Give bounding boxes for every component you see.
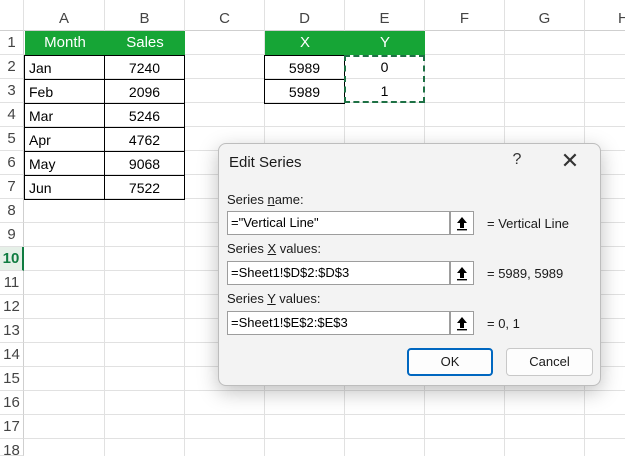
table-cell[interactable]: Apr bbox=[24, 127, 105, 152]
row-header-13[interactable]: 13 bbox=[0, 319, 24, 343]
column-header-e[interactable]: E bbox=[345, 0, 425, 31]
table-cell[interactable]: 5246 bbox=[104, 103, 185, 128]
series-x-result: = 5989, 5989 bbox=[487, 266, 564, 281]
series-y-range-button[interactable] bbox=[450, 311, 474, 335]
table-cell[interactable]: Jun bbox=[24, 175, 105, 200]
column-header-h[interactable]: H bbox=[585, 0, 625, 31]
table-cell[interactable]: Mar bbox=[24, 103, 105, 128]
table-cell[interactable]: Feb bbox=[24, 79, 105, 104]
row-header-14[interactable]: 14 bbox=[0, 343, 24, 367]
series-x-input[interactable]: =Sheet1!$D$2:$D$3 bbox=[227, 261, 450, 285]
row-header-9[interactable]: 9 bbox=[0, 223, 24, 247]
row-header-15[interactable]: 15 bbox=[0, 367, 24, 391]
gridline bbox=[24, 390, 625, 391]
range-select-icon bbox=[457, 217, 467, 231]
table-cell[interactable]: 7522 bbox=[104, 175, 185, 200]
series-name-result: = Vertical Line bbox=[487, 216, 570, 231]
close-icon[interactable]: ✕ bbox=[555, 148, 585, 174]
row-header-11[interactable]: 11 bbox=[0, 271, 24, 295]
column-header-f[interactable]: F bbox=[425, 0, 505, 31]
series-x-range-button[interactable] bbox=[450, 261, 474, 285]
column-header-a[interactable]: A bbox=[24, 0, 105, 31]
dialog-title: Edit Series bbox=[229, 154, 302, 171]
series-y-label: Series Y values: bbox=[227, 291, 321, 306]
row-header-1[interactable]: 1 bbox=[0, 31, 24, 55]
row-header-16[interactable]: 16 bbox=[0, 391, 24, 415]
column-header-d[interactable]: D bbox=[265, 0, 345, 31]
row-header-6[interactable]: 6 bbox=[0, 151, 24, 175]
row-header-17[interactable]: 17 bbox=[0, 415, 24, 439]
gridline bbox=[24, 438, 625, 439]
header-cell-month[interactable]: Month bbox=[25, 31, 105, 55]
table-cell[interactable]: 7240 bbox=[104, 55, 185, 80]
table-cell[interactable]: 4762 bbox=[104, 127, 185, 152]
header-cell-sales[interactable]: Sales bbox=[105, 31, 185, 55]
series-name-input[interactable]: ="Vertical Line" bbox=[227, 211, 450, 235]
header-cell-x[interactable]: X bbox=[265, 31, 345, 55]
select-all-corner[interactable] bbox=[0, 0, 24, 31]
row-header-3[interactable]: 3 bbox=[0, 79, 24, 103]
row-header-8[interactable]: 8 bbox=[0, 199, 24, 223]
header-cell-y[interactable]: Y bbox=[345, 31, 425, 55]
row-header-7[interactable]: 7 bbox=[0, 175, 24, 199]
range-select-icon bbox=[457, 267, 467, 281]
row-header-18[interactable]: 18 bbox=[0, 439, 24, 459]
ok-button[interactable]: OK bbox=[407, 348, 493, 376]
row-header-4[interactable]: 4 bbox=[0, 103, 24, 127]
column-header-c[interactable]: C bbox=[185, 0, 265, 31]
column-header-b[interactable]: B bbox=[105, 0, 185, 31]
gridline bbox=[24, 414, 625, 415]
series-x-label: Series X values: bbox=[227, 241, 321, 256]
table-cell[interactable]: Jan bbox=[24, 55, 105, 80]
row-header-2[interactable]: 2 bbox=[0, 55, 24, 79]
row-header-12[interactable]: 12 bbox=[0, 295, 24, 319]
table-cell[interactable]: 5989 bbox=[264, 55, 345, 80]
row-header-5[interactable]: 5 bbox=[0, 127, 24, 151]
table-cell[interactable]: May bbox=[24, 151, 105, 176]
column-header-g[interactable]: G bbox=[505, 0, 585, 31]
range-selection-marquee bbox=[344, 55, 425, 103]
range-select-icon bbox=[457, 317, 467, 331]
help-button[interactable]: ? bbox=[507, 151, 527, 169]
table-cell[interactable]: 9068 bbox=[104, 151, 185, 176]
table-cell[interactable]: 5989 bbox=[264, 79, 345, 104]
cancel-button[interactable]: Cancel bbox=[506, 348, 593, 376]
edit-series-dialog: Edit Series ? ✕ Series name: ="Vertical … bbox=[218, 143, 601, 386]
table-cell[interactable]: 2096 bbox=[104, 79, 185, 104]
row-header-10[interactable]: 10 bbox=[0, 247, 24, 271]
series-name-range-button[interactable] bbox=[450, 211, 474, 235]
series-y-result: = 0, 1 bbox=[487, 316, 520, 331]
series-y-input[interactable]: =Sheet1!$E$2:$E$3 bbox=[227, 311, 450, 335]
series-name-label: Series name: bbox=[227, 192, 304, 207]
